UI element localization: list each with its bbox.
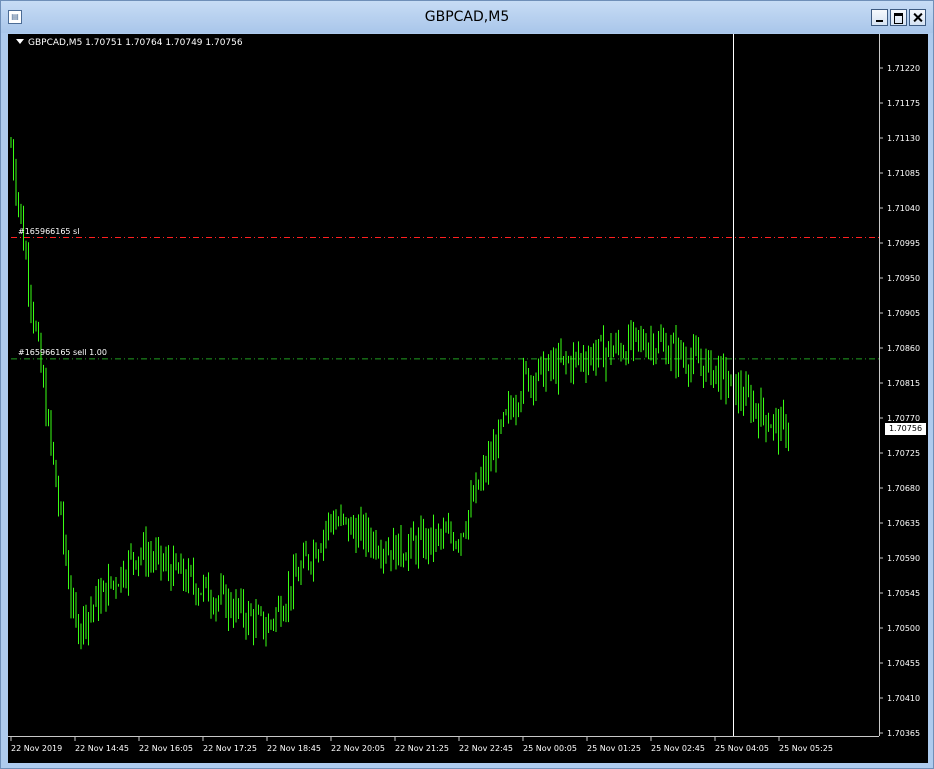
time-tick-label: 22 Nov 21:25 — [395, 744, 449, 753]
time-tick-label: 22 Nov 2019 — [11, 744, 62, 753]
stop-loss-label: #165966165 sl — [18, 226, 80, 236]
time-tick-label: 25 Nov 01:25 — [587, 744, 641, 753]
price-tick-label: 1.70860 — [887, 344, 920, 353]
time-tick-label: 25 Nov 00:05 — [523, 744, 577, 753]
price-tick-label: 1.70995 — [887, 239, 920, 248]
price-tick-label: 1.70500 — [887, 624, 920, 633]
close-button[interactable] — [909, 9, 926, 26]
price-chart[interactable]: 1.71220 1.71175 1.71130 1.71085 1.71040 1.709… — [8, 34, 928, 763]
window-title: GBPCAD,M5 — [424, 9, 510, 25]
price-tick-label: 1.70680 — [887, 484, 920, 493]
dropdown-arrow-icon[interactable] — [16, 39, 24, 44]
price-tick-label: 1.71130 — [887, 134, 920, 143]
order-label: #165966165 sell 1.00 — [18, 347, 107, 357]
price-tick-label: 1.70590 — [887, 554, 920, 563]
chart-window: ▤ GBPCAD,M5 1.71220 1.71175 1.71130 1.71085… — [0, 0, 934, 769]
price-tick-label: 1.70950 — [887, 274, 920, 283]
time-tick-label: 22 Nov 20:05 — [331, 744, 385, 753]
price-tick-label: 1.71085 — [887, 169, 920, 178]
symbol-info: GBPCAD,M5 1.70751 1.70764 1.70749 1.7075… — [16, 38, 243, 48]
minimize-button[interactable] — [871, 9, 888, 26]
price-tick-label: 1.70905 — [887, 309, 920, 318]
current-price-badge: 1.70756 — [885, 422, 926, 435]
price-tick-label: 1.70635 — [887, 519, 920, 528]
chart-canvas[interactable]: 1.71220 1.71175 1.71130 1.71085 1.71040 1.709… — [8, 34, 928, 763]
price-tick-label: 1.70815 — [887, 379, 920, 388]
price-tick-label: 1.70365 — [887, 729, 920, 738]
price-tick-label: 1.70455 — [887, 659, 920, 668]
title-bar[interactable]: ▤ GBPCAD,M5 — [1, 1, 933, 33]
time-tick-label: 22 Nov 17:25 — [203, 744, 257, 753]
time-tick-label: 22 Nov 14:45 — [75, 744, 129, 753]
symbol-info-text: GBPCAD,M5 1.70751 1.70764 1.70749 1.7075… — [28, 38, 243, 48]
price-tick-label: 1.71040 — [887, 204, 920, 213]
time-tick-label: 22 Nov 18:45 — [267, 744, 321, 753]
price-tick-label: 1.70545 — [887, 589, 920, 598]
price-tick-label: 1.70725 — [887, 449, 920, 458]
time-tick-label: 25 Nov 04:05 — [715, 744, 769, 753]
price-tick-label: 1.71220 — [887, 64, 920, 73]
time-tick-label: 22 Nov 22:45 — [459, 744, 513, 753]
time-tick-label: 22 Nov 16:05 — [139, 744, 193, 753]
price-tick-label: 1.70770 — [887, 414, 920, 423]
price-tick-label: 1.70410 — [887, 694, 920, 703]
time-tick-label: 25 Nov 05:25 — [779, 744, 833, 753]
price-tick-label: 1.71175 — [887, 99, 920, 108]
maximize-button[interactable] — [890, 9, 907, 26]
time-tick-label: 25 Nov 02:45 — [651, 744, 705, 753]
